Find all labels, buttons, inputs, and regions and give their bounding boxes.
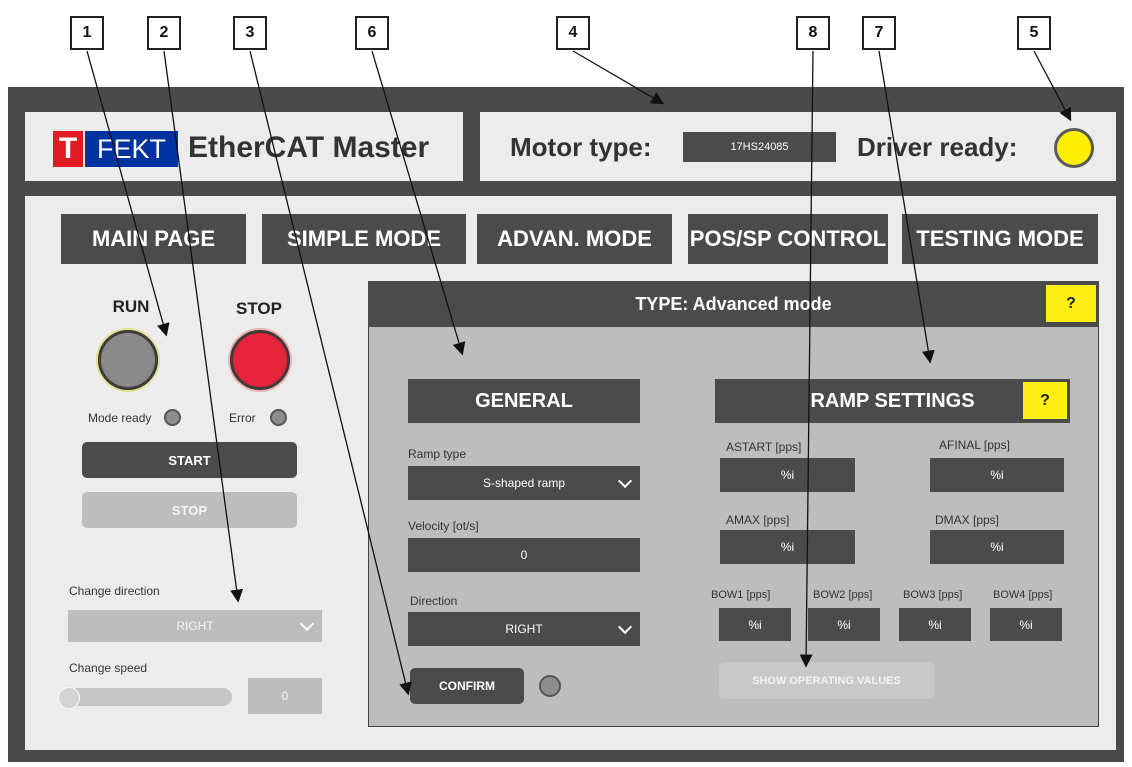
arrow-2: [163, 50, 244, 603]
annotation-arrows: [86, 50, 1072, 696]
arrow-8: [799, 50, 814, 668]
arrow-7: [878, 50, 935, 364]
arrow-6: [371, 50, 466, 356]
arrow-3: [249, 50, 412, 696]
arrow-4: [572, 50, 665, 105]
arrow-5: [1033, 50, 1072, 122]
arrow-1: [86, 50, 170, 337]
